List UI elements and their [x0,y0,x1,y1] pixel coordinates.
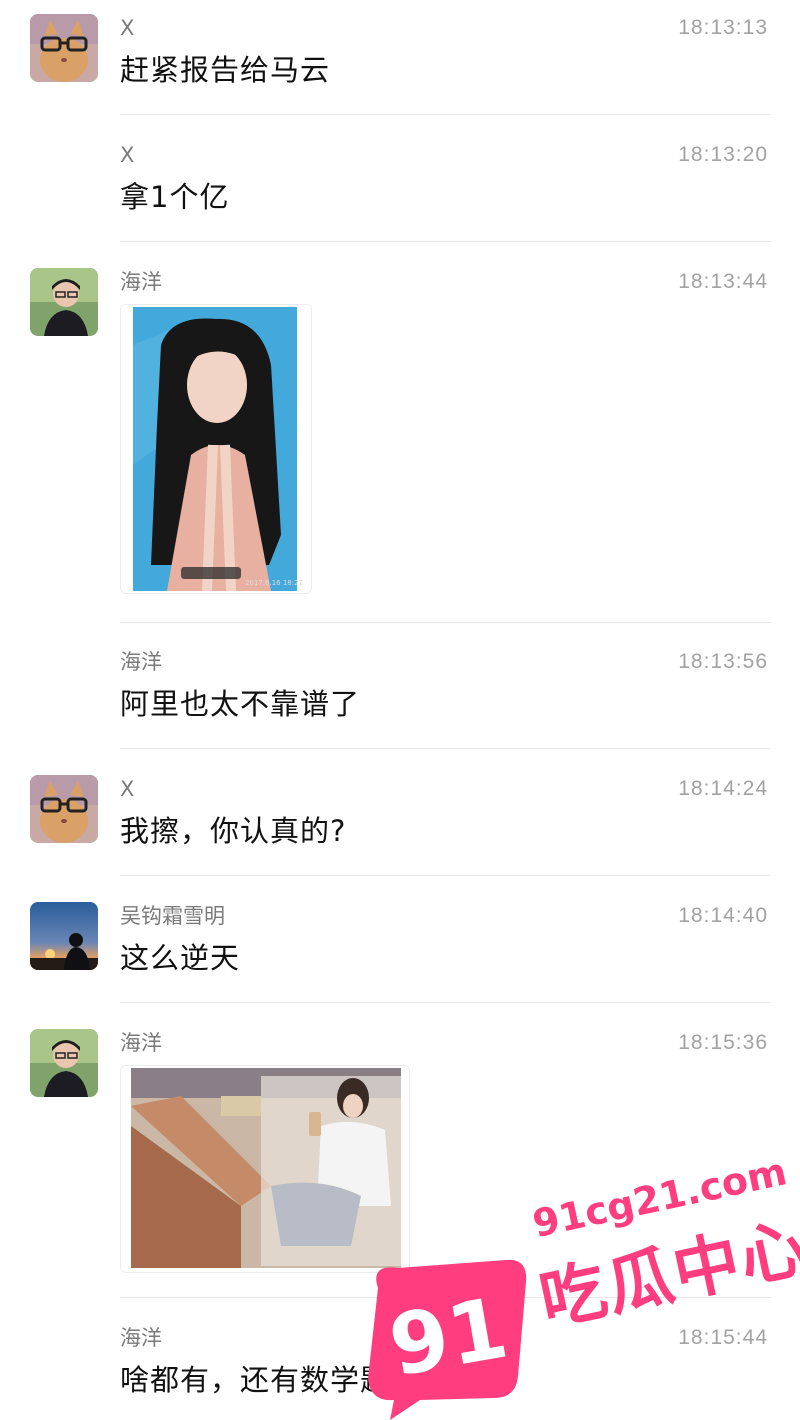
message-time: 18:14:40 [678,904,768,927]
divider [120,1002,770,1003]
divider [120,622,770,623]
message-time: 18:13:56 [678,650,768,673]
message-time: 18:15:36 [678,1031,768,1054]
message-time: 18:13:20 [678,143,768,166]
girl-photo-portrait[interactable]: 2017.6.16 18:22 [120,304,312,594]
message-time: 18:13:13 [678,16,768,39]
sender-name: 海洋 [120,650,162,674]
sender-name: X [120,143,135,167]
message-text: 赶紧报告给马云 [120,53,331,87]
sender-name: 海洋 [120,270,162,294]
young-man-avatar[interactable] [30,1029,98,1097]
sender-name: X [120,777,135,801]
chat-history: X 18:13:13 赶紧报告给马云 X 18:13:20 拿1个亿 海洋 18… [0,0,800,1420]
sunset-silhouette-avatar[interactable] [30,902,98,970]
message-text: 这么逆天 [120,941,241,975]
cat-glasses-avatar[interactable] [30,775,98,843]
message-time: 18:14:24 [678,777,768,800]
divider [120,748,770,749]
young-man-avatar[interactable] [30,268,98,336]
sender-name: 吴钩霜雪明 [120,904,225,928]
site-watermark: 91 91cg21.com 吃瓜中心 [350,1149,800,1420]
divider [120,114,770,115]
message-text: 我擦，你认真的? [120,814,347,848]
watermark-number: 91 [382,1278,515,1396]
sender-name: 海洋 [120,1326,162,1350]
message-time: 18:13:44 [678,270,768,293]
message-text: 阿里也太不靠谱了 [120,687,361,721]
divider [120,875,770,876]
divider [120,241,770,242]
sender-name: X [120,16,135,40]
message-text: 拿1个亿 [120,180,230,214]
cat-glasses-avatar[interactable] [30,14,98,82]
image-caption: 2017.6.16 18:22 [245,579,303,587]
sender-name: 海洋 [120,1031,162,1055]
